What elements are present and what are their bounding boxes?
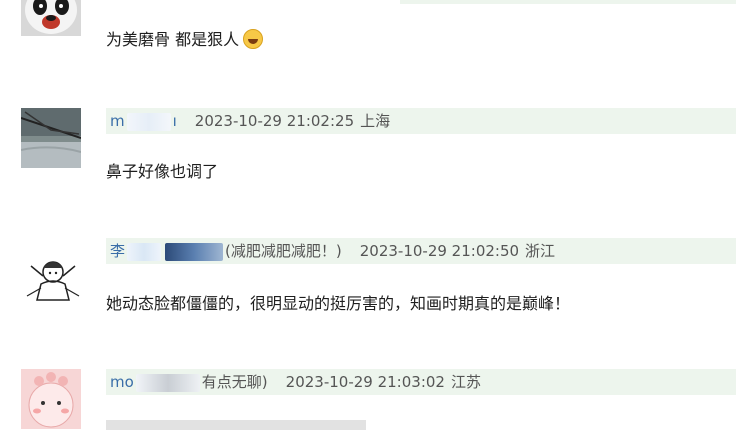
comment-item: m ı 2023-10-29 21:02:25 上海 鼻子好像也调了 — [0, 108, 736, 228]
cutoff-text-placeholder — [106, 420, 366, 430]
comment-text-cutoff — [106, 415, 366, 434]
blurred-username — [127, 242, 162, 261]
comment-meta-bar: m ı 2023-10-29 21:02:25 上海 — [106, 108, 736, 134]
cartoon-sketch-avatar-icon[interactable] — [21, 248, 81, 308]
timestamp: 2023-10-29 21:02:25 — [194, 112, 355, 130]
blurred-username — [126, 112, 171, 131]
timestamp: 2023-10-29 21:02:50 — [359, 242, 520, 260]
username-tail[interactable]: ı — [173, 112, 177, 130]
comment-text-content: 为美磨骨 都是狠人 — [106, 30, 240, 49]
comment-item: 为美磨骨 都是狠人 — [0, 0, 736, 100]
pink-cartoon-avatar-icon[interactable] — [21, 369, 81, 429]
username[interactable]: 李 — [110, 242, 125, 260]
comment-text: 鼻子好像也调了 — [106, 162, 219, 181]
comment-meta-bar: 李 (减肥减肥减肥！) 2023-10-29 21:02:50 浙江 — [106, 238, 736, 264]
username[interactable]: mo — [110, 373, 134, 391]
username-suffix: 有点无聊) — [201, 373, 268, 391]
comment-text: 为美磨骨 都是狠人 — [106, 26, 264, 50]
laughing-tears-emoji-icon — [243, 29, 264, 49]
location: 浙江 — [525, 242, 556, 260]
timestamp: 2023-10-29 21:03:02 — [285, 373, 445, 391]
blurred-username — [135, 373, 200, 392]
blurred-username-dark — [165, 242, 224, 261]
comment-text: 她动态脸都僵僵的，很明显动的挺厉害的，知画时期真的是巅峰！ — [106, 294, 571, 313]
comment-item: 李 (减肥减肥减肥！) 2023-10-29 21:02:50 浙江 她动态脸都僵僵的… — [0, 238, 736, 368]
username[interactable]: m — [110, 112, 125, 130]
location: 上海 — [360, 112, 391, 130]
location: 江苏 — [450, 373, 481, 391]
username-suffix: (减肥减肥减肥！) — [225, 242, 342, 260]
comment-item: mo 有点无聊) 2023-10-29 21:03:02 江苏 — [0, 369, 736, 430]
landscape-photo-avatar-icon[interactable] — [21, 108, 81, 168]
panda-avatar-icon[interactable] — [21, 0, 81, 36]
comment-meta-bar: mo 有点无聊) 2023-10-29 21:03:02 江苏 — [106, 369, 736, 395]
